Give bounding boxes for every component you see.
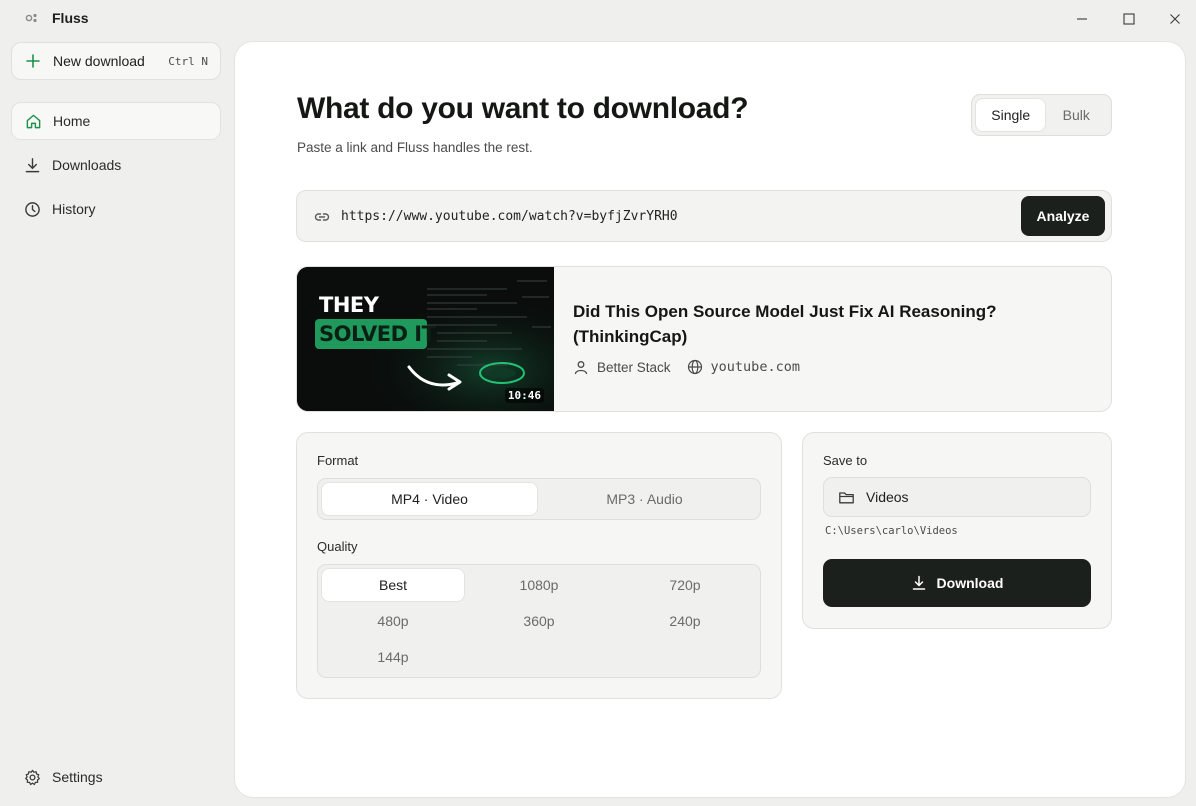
download-icon xyxy=(23,156,41,174)
sidebar-item-downloads[interactable]: Downloads xyxy=(11,146,221,184)
quality-best-button[interactable]: Best xyxy=(322,569,464,601)
user-icon xyxy=(574,361,588,375)
link-icon xyxy=(314,213,330,221)
minimize-icon xyxy=(1077,18,1087,20)
thumbnail-title-line2: SOLVED IT xyxy=(319,322,436,346)
quality-144p-button[interactable]: 144p xyxy=(322,641,464,673)
video-source: youtube.com xyxy=(710,359,800,375)
close-icon xyxy=(1170,14,1180,24)
save-card: Save to Videos C:\Users\carlo\Videos Dow… xyxy=(802,432,1112,629)
gear-icon xyxy=(23,768,41,786)
sidebar-item-label: History xyxy=(52,201,96,217)
download-icon xyxy=(912,575,925,590)
sidebar-item-settings[interactable]: Settings xyxy=(11,758,221,796)
home-icon xyxy=(24,112,42,130)
new-download-shortcut: Ctrl N xyxy=(168,54,208,68)
format-mp4-button[interactable]: MP4 · Video xyxy=(322,483,537,515)
save-path: C:\Users\carlo\Videos xyxy=(825,525,958,537)
format-card: Format MP4 · Video MP3 · Audio Quality B… xyxy=(296,432,782,699)
save-to-label: Save to xyxy=(823,453,868,468)
minimize-button[interactable] xyxy=(1071,8,1093,30)
folder-icon xyxy=(839,491,854,503)
mode-toggle: Single Bulk xyxy=(971,94,1112,136)
quality-480p-button[interactable]: 480p xyxy=(322,605,464,637)
sidebar-item-history[interactable]: History xyxy=(11,190,221,228)
thumbnail-title-line1: THEY xyxy=(319,293,379,317)
download-label: Download xyxy=(936,575,1004,591)
analyze-button[interactable]: Analyze xyxy=(1021,196,1105,236)
quality-grid: Best 1080p 720p 480p 360p 240p 144p xyxy=(317,564,761,678)
title-bar: Fluss xyxy=(0,0,1196,38)
download-button[interactable]: Download xyxy=(823,559,1091,607)
new-download-label: New download xyxy=(53,53,145,69)
format-mp3-button[interactable]: MP3 · Audio xyxy=(537,483,752,515)
video-thumbnail: THEY SOLVED IT 10:46 xyxy=(297,267,554,411)
clock-icon xyxy=(23,200,41,218)
globe-icon xyxy=(687,359,702,375)
folder-picker-button[interactable]: Videos xyxy=(823,477,1091,517)
url-input[interactable] xyxy=(341,203,1001,229)
app-logo-icon xyxy=(25,13,37,23)
sidebar-item-label: Downloads xyxy=(52,157,122,173)
main-panel: What do you want to download? Paste a li… xyxy=(235,42,1185,797)
plus-icon xyxy=(26,54,40,68)
maximize-icon xyxy=(1123,13,1135,25)
video-meta: Better Stack youtube.com xyxy=(573,359,800,375)
page-title: What do you want to download? xyxy=(297,92,749,125)
quality-240p-button[interactable]: 240p xyxy=(614,605,756,637)
folder-name: Videos xyxy=(866,489,909,505)
quality-1080p-button[interactable]: 1080p xyxy=(468,569,610,601)
sidebar-item-home[interactable]: Home xyxy=(11,102,221,140)
sidebar-item-label: Home xyxy=(53,113,91,129)
url-bar: Analyze xyxy=(296,190,1112,242)
format-toggle: MP4 · Video MP3 · Audio xyxy=(317,478,761,520)
page-subtitle: Paste a link and Fluss handles the rest. xyxy=(297,140,533,155)
mode-single-button[interactable]: Single xyxy=(976,99,1046,131)
new-download-button[interactable]: New download Ctrl N xyxy=(11,42,221,80)
sidebar-item-label: Settings xyxy=(52,769,103,785)
video-title: Did This Open Source Model Just Fix AI R… xyxy=(573,302,997,346)
maximize-button[interactable] xyxy=(1118,8,1140,30)
close-button[interactable] xyxy=(1164,8,1186,30)
quality-360p-button[interactable]: 360p xyxy=(468,605,610,637)
video-author: Better Stack xyxy=(597,359,671,375)
app-title: Fluss xyxy=(52,10,89,26)
quality-label: Quality xyxy=(317,539,358,554)
mode-bulk-button[interactable]: Bulk xyxy=(1045,99,1107,131)
quality-720p-button[interactable]: 720p xyxy=(614,569,756,601)
format-label: Format xyxy=(317,453,359,468)
video-card: THEY SOLVED IT 10:46 Did This Open Sourc… xyxy=(296,266,1112,412)
video-duration: 10:46 xyxy=(504,388,544,403)
